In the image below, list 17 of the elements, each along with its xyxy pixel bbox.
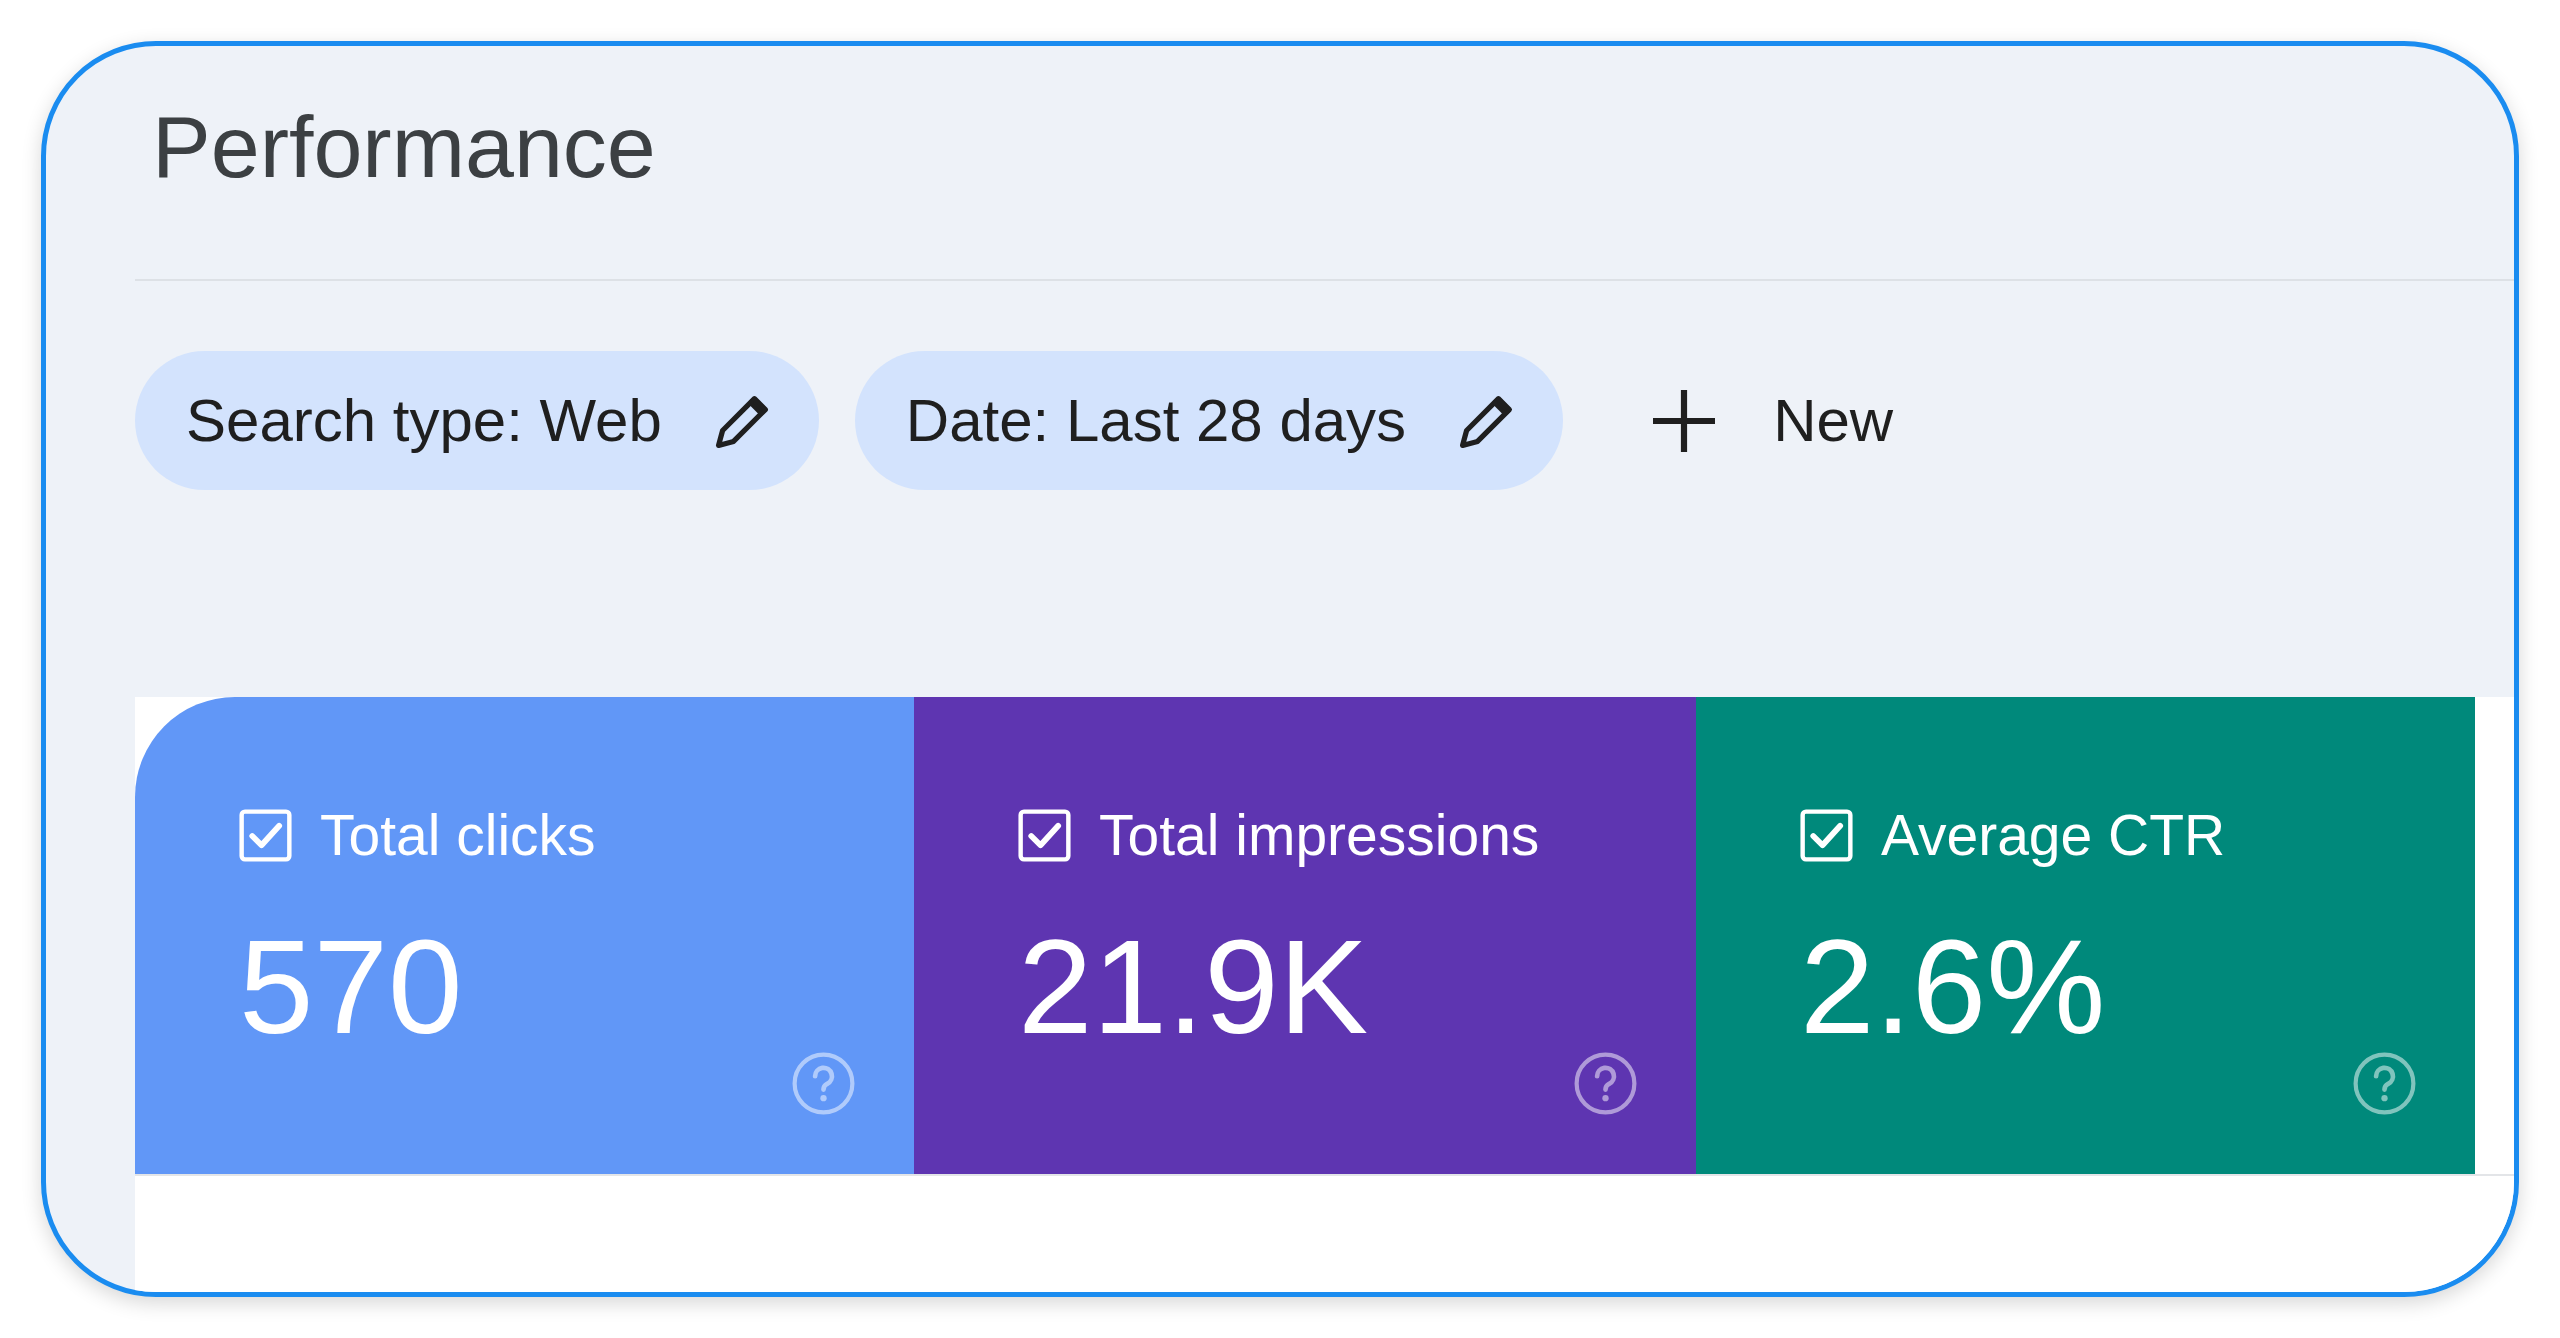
new-filter-button[interactable]: New	[1653, 389, 1894, 452]
metric-value: 2.6%	[1800, 920, 2106, 1054]
metric-label: Total clicks	[320, 807, 596, 864]
help-icon[interactable]	[2353, 1052, 2416, 1115]
page-title: Performance	[152, 103, 656, 191]
metric-value: 21.9K	[1018, 920, 1369, 1054]
metric-card[interactable]: Average CTR 2.6%	[1696, 697, 2475, 1174]
help-icon[interactable]	[1574, 1052, 1637, 1115]
filter-chip[interactable]: Date: Last 28 days	[854, 351, 1564, 490]
filter-chip[interactable]: Search type: Web	[135, 351, 819, 490]
metric-checkbox[interactable]	[239, 809, 292, 862]
metric-value: 570	[239, 920, 463, 1054]
plus-icon	[1653, 389, 1716, 452]
metric-checkbox[interactable]	[1018, 809, 1071, 862]
metric-card[interactable]: Total impressions 21.9K	[914, 697, 1696, 1174]
metric-checkbox[interactable]	[1800, 809, 1853, 862]
help-icon[interactable]	[792, 1052, 855, 1115]
